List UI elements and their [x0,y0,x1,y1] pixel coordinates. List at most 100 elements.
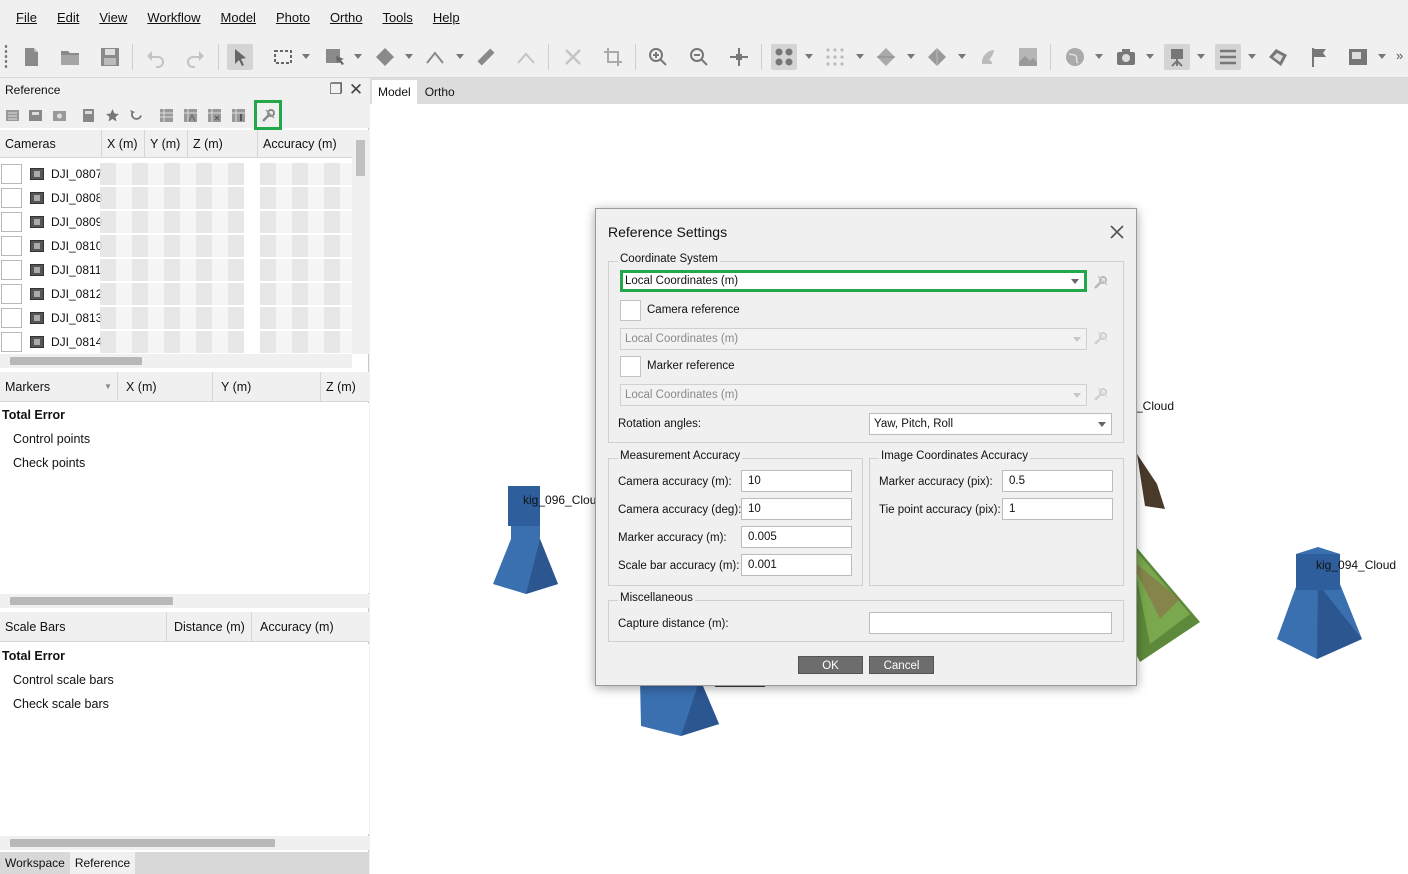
shape-draw-icon[interactable] [372,44,398,70]
scalebars-horizontal-scrollbar[interactable] [0,836,369,850]
camera-show-icon[interactable] [1164,44,1190,70]
col-z[interactable]: Z (m) [188,130,258,158]
table-row[interactable]: DJI_0813 [0,306,352,330]
menu-edit[interactable]: Edit [47,0,89,36]
tab-workspace[interactable]: Workspace [0,852,70,874]
col-x[interactable]: X (m) [102,130,145,158]
select-pointer-icon[interactable] [227,44,253,70]
col-distance[interactable]: Distance (m) [167,612,252,642]
texture-icon[interactable] [1015,44,1041,70]
point-cloud-icon[interactable] [771,44,797,70]
camera-enable-checkbox[interactable] [1,236,22,256]
ruler-line-icon[interactable] [422,44,448,70]
sparse-cloud-icon[interactable] [822,44,848,70]
list-item[interactable]: Control scale bars [0,668,369,692]
new-document-icon[interactable] [18,44,44,70]
undo-icon[interactable] [142,44,168,70]
scalebars-total-error[interactable]: Total Error [0,644,369,668]
wrench-icon[interactable] [1093,330,1109,346]
camera-enable-checkbox[interactable] [1,164,22,184]
col-cameras[interactable]: Cameras [0,130,102,158]
menu-list-icon[interactable] [1215,44,1241,70]
cameras-vertical-scrollbar[interactable] [352,134,369,354]
crop-icon[interactable] [600,44,626,70]
ok-button[interactable]: OK [798,656,863,674]
view-estimated-icon[interactable] [181,105,199,125]
menu-ortho[interactable]: Ortho [320,0,373,36]
menu-photo[interactable]: Photo [266,0,320,36]
camera-accuracy-deg-input[interactable]: 10 [741,498,852,520]
table-row[interactable]: DJI_0807 [0,162,352,186]
camera-enable-checkbox[interactable] [1,212,22,232]
view-source-icon[interactable] [157,105,175,125]
list-item[interactable]: Check scale bars [0,692,369,716]
camera-enable-checkbox[interactable] [1,284,22,304]
calculator-icon[interactable] [79,105,97,125]
menu-workflow[interactable]: Workflow [137,0,210,36]
reference-settings-icon[interactable] [254,100,282,130]
camera-enable-checkbox[interactable] [1,332,22,352]
wrench-icon[interactable] [1093,274,1109,290]
toolbar-grip[interactable] [4,44,8,70]
marker-pix-input[interactable]: 0.5 [1002,470,1113,492]
tab-ortho[interactable]: Ortho [419,80,461,104]
list-item[interactable]: Check points [0,451,369,475]
import-reference-icon[interactable] [3,105,21,125]
camera-icon[interactable] [1113,44,1139,70]
toolbar-overflow-icon[interactable]: » [1396,48,1403,63]
view-variance-icon[interactable] [229,105,247,125]
delete-icon[interactable] [560,44,586,70]
tiepoint-pix-input[interactable]: 1 [1002,498,1113,520]
col-z[interactable]: Z (m) [321,372,369,402]
cameras-horizontal-scrollbar[interactable] [0,354,352,368]
list-item[interactable]: Control points [0,427,369,451]
camera-reference-crs-select[interactable]: Local Coordinates (m) [620,328,1087,350]
table-row[interactable]: DJI_0812 [0,282,352,306]
markers-total-error[interactable]: Total Error [0,403,369,427]
markers-horizontal-scrollbar[interactable] [0,594,369,608]
rectangle-selection-icon[interactable] [270,44,296,70]
close-icon[interactable] [1108,223,1126,241]
menu-help[interactable]: Help [423,0,470,36]
col-y[interactable]: Y (m) [145,130,188,158]
camera-enable-checkbox[interactable] [1,260,22,280]
table-row[interactable]: DJI_0814 [0,330,352,354]
col-accuracy[interactable]: Accuracy (m) [252,612,369,642]
navigation-icon[interactable] [322,44,348,70]
menu-tools[interactable]: Tools [372,0,422,36]
zoom-out-icon[interactable] [686,44,712,70]
camera-enable-checkbox[interactable] [1,188,22,208]
import-from-exif-icon[interactable] [50,105,68,125]
camera-enable-checkbox[interactable] [1,308,22,328]
tab-reference[interactable]: Reference [69,852,136,874]
mesh-solid-icon[interactable] [873,44,899,70]
table-row[interactable]: DJI_0810 [0,234,352,258]
rotation-angles-select[interactable]: Yaw, Pitch, Roll [869,413,1112,435]
refresh-icon[interactable] [127,105,145,125]
col-x[interactable]: X (m) [118,372,213,402]
polyline-icon[interactable] [513,44,539,70]
tab-model[interactable]: Model [372,80,417,104]
marker-reference-checkbox[interactable] [620,356,641,377]
close-panel-icon[interactable]: ✕ [348,81,364,98]
globe-icon[interactable] [1062,44,1088,70]
redo-icon[interactable] [183,44,209,70]
table-row[interactable]: DJI_0809 [0,210,352,234]
zoom-in-icon[interactable] [645,44,671,70]
scalebar-accuracy-input[interactable]: 0.001 [741,554,852,576]
camera-accuracy-m-input[interactable]: 10 [741,470,852,492]
table-row[interactable]: DJI_0811 [0,258,352,282]
tiled-model-icon[interactable] [975,44,1001,70]
marker-reference-crs-select[interactable]: Local Coordinates (m) [620,384,1087,406]
camera-reference-checkbox[interactable] [620,300,641,321]
export-reference-icon[interactable] [26,105,44,125]
cancel-button[interactable]: Cancel [869,656,934,674]
menu-view[interactable]: View [89,0,137,36]
open-folder-icon[interactable] [57,44,83,70]
star-icon[interactable] [103,105,121,125]
ruler-icon[interactable] [473,44,499,70]
table-row[interactable]: DJI_0808 [0,186,352,210]
coordinate-system-select[interactable]: Local Coordinates (m) [620,270,1087,292]
marker-accuracy-input[interactable]: 0.005 [741,526,852,548]
col-scale-bars[interactable]: Scale Bars [0,612,167,642]
